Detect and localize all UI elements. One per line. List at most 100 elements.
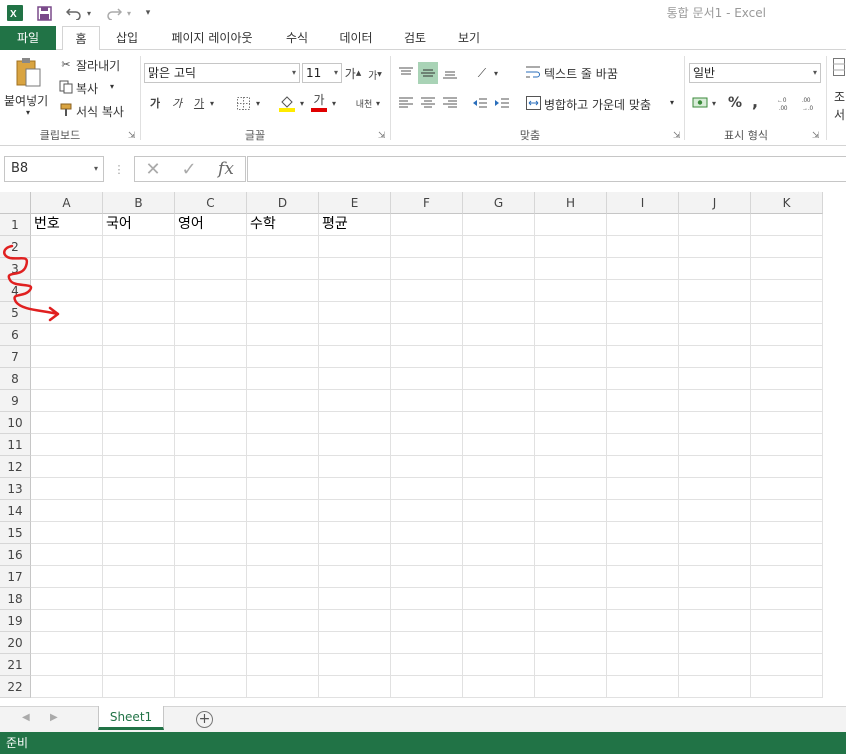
cell-k3[interactable] [751, 258, 823, 280]
cell-j20[interactable] [679, 632, 751, 654]
cell-g7[interactable] [463, 346, 535, 368]
font-color-button[interactable]: 가 [310, 93, 328, 113]
cell-h11[interactable] [535, 434, 607, 456]
row-header-22[interactable]: 22 [0, 676, 31, 698]
column-header-d[interactable]: D [247, 192, 319, 214]
cell-a22[interactable] [31, 676, 103, 698]
add-sheet-button[interactable]: + [196, 711, 213, 728]
column-header-f[interactable]: F [391, 192, 463, 214]
tab-insert[interactable]: 삽입 [106, 26, 148, 50]
cell-a9[interactable] [31, 390, 103, 412]
cell-a13[interactable] [31, 478, 103, 500]
cell-k8[interactable] [751, 368, 823, 390]
cell-k22[interactable] [751, 676, 823, 698]
cell-c21[interactable] [175, 654, 247, 676]
cell-j12[interactable] [679, 456, 751, 478]
cell-d12[interactable] [247, 456, 319, 478]
cell-i17[interactable] [607, 566, 679, 588]
name-box[interactable]: B8 ▾ [4, 156, 104, 182]
column-header-j[interactable]: J [679, 192, 751, 214]
cell-b22[interactable] [103, 676, 175, 698]
cell-h15[interactable] [535, 522, 607, 544]
cell-c8[interactable] [175, 368, 247, 390]
cell-e15[interactable] [319, 522, 391, 544]
cell-b18[interactable] [103, 588, 175, 610]
cell-i2[interactable] [607, 236, 679, 258]
cell-c13[interactable] [175, 478, 247, 500]
cell-k9[interactable] [751, 390, 823, 412]
cell-g8[interactable] [463, 368, 535, 390]
cell-a15[interactable] [31, 522, 103, 544]
cell-a12[interactable] [31, 456, 103, 478]
cell-g10[interactable] [463, 412, 535, 434]
cell-g1[interactable] [463, 214, 535, 236]
cell-e1[interactable]: 평균 [319, 214, 391, 236]
cell-d5[interactable] [247, 302, 319, 324]
cell-d22[interactable] [247, 676, 319, 698]
underline-button[interactable]: 가 [190, 94, 208, 112]
cell-g3[interactable] [463, 258, 535, 280]
copy-dropdown-icon[interactable]: ▾ [110, 82, 114, 91]
cell-j2[interactable] [679, 236, 751, 258]
italic-button[interactable]: 가 [168, 94, 186, 112]
cell-b3[interactable] [103, 258, 175, 280]
cell-f6[interactable] [391, 324, 463, 346]
cell-g6[interactable] [463, 324, 535, 346]
cell-j6[interactable] [679, 324, 751, 346]
cell-b15[interactable] [103, 522, 175, 544]
column-header-h[interactable]: H [535, 192, 607, 214]
cell-b12[interactable] [103, 456, 175, 478]
cell-i14[interactable] [607, 500, 679, 522]
row-header-14[interactable]: 14 [0, 500, 31, 522]
clipboard-launcher-icon[interactable]: ⇲ [128, 131, 136, 141]
cell-g21[interactable] [463, 654, 535, 676]
cell-a16[interactable] [31, 544, 103, 566]
column-header-g[interactable]: G [463, 192, 535, 214]
cell-c20[interactable] [175, 632, 247, 654]
cell-c6[interactable] [175, 324, 247, 346]
cell-e16[interactable] [319, 544, 391, 566]
cell-k10[interactable] [751, 412, 823, 434]
cell-d4[interactable] [247, 280, 319, 302]
cell-f15[interactable] [391, 522, 463, 544]
scroll-left-icon[interactable]: ◀ [22, 712, 30, 723]
scroll-right-icon[interactable]: ▶ [50, 712, 58, 723]
cell-j16[interactable] [679, 544, 751, 566]
cell-k15[interactable] [751, 522, 823, 544]
cell-b10[interactable] [103, 412, 175, 434]
cell-d11[interactable] [247, 434, 319, 456]
cell-i16[interactable] [607, 544, 679, 566]
cell-d16[interactable] [247, 544, 319, 566]
align-top-icon[interactable] [396, 62, 416, 84]
cell-e7[interactable] [319, 346, 391, 368]
column-header-c[interactable]: C [175, 192, 247, 214]
cell-e13[interactable] [319, 478, 391, 500]
font-launcher-icon[interactable]: ⇲ [378, 131, 386, 141]
phonetic-dropdown-icon[interactable]: ▾ [374, 96, 382, 110]
cell-i6[interactable] [607, 324, 679, 346]
cell-k11[interactable] [751, 434, 823, 456]
fill-color-dropdown-icon[interactable]: ▾ [298, 96, 306, 110]
cell-f14[interactable] [391, 500, 463, 522]
cell-f9[interactable] [391, 390, 463, 412]
cell-h14[interactable] [535, 500, 607, 522]
cell-j21[interactable] [679, 654, 751, 676]
grow-font-button[interactable]: 가 ▲ [344, 64, 362, 82]
shrink-font-button[interactable]: 가 ▼ [366, 66, 384, 82]
underline-dropdown-icon[interactable]: ▾ [208, 96, 216, 110]
cell-f1[interactable] [391, 214, 463, 236]
cell-c5[interactable] [175, 302, 247, 324]
wrap-text-button[interactable]: 텍스트 줄 바꿈 [544, 65, 618, 82]
cell-j9[interactable] [679, 390, 751, 412]
cell-b21[interactable] [103, 654, 175, 676]
cell-c1[interactable]: 영어 [175, 214, 247, 236]
font-name-select[interactable]: 맑은 고딕 ▾ [144, 63, 300, 83]
row-header-20[interactable]: 20 [0, 632, 31, 654]
cell-h3[interactable] [535, 258, 607, 280]
conditional-formatting-icon[interactable] [832, 56, 846, 78]
cell-k4[interactable] [751, 280, 823, 302]
cell-c17[interactable] [175, 566, 247, 588]
cell-d15[interactable] [247, 522, 319, 544]
cell-k14[interactable] [751, 500, 823, 522]
cell-a11[interactable] [31, 434, 103, 456]
